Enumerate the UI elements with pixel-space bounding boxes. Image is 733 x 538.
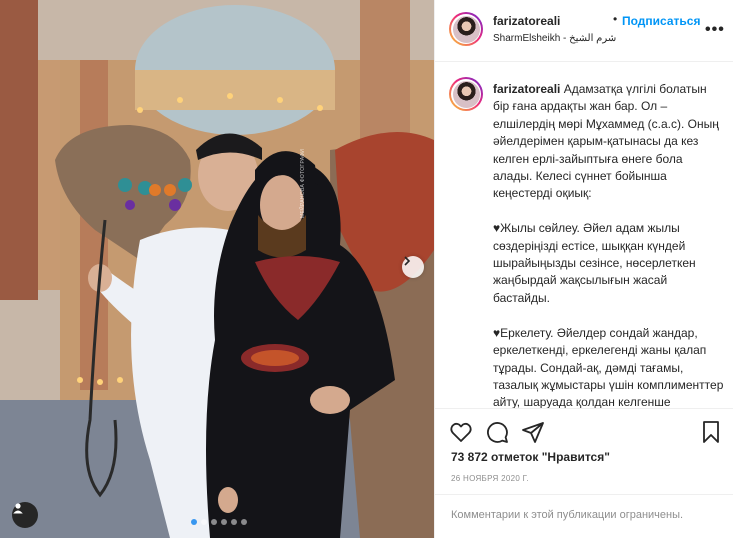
carousel-dot (191, 519, 197, 525)
post-photo[interactable]: МЕЙРАНОВА ФОТОГРАФИ (0, 0, 434, 538)
post-actions (435, 408, 733, 454)
post-location[interactable]: SharmElsheikh - شرم الشيخ (493, 33, 616, 44)
photo-illustration (0, 0, 434, 538)
caption-avatar[interactable] (449, 77, 483, 111)
post-header: farizatoreali • Подписаться SharmElsheik… (435, 0, 733, 62)
photo-watermark: МЕЙРАНОВА ФОТОГРАФИ (300, 148, 306, 218)
carousel-dot (241, 519, 247, 525)
separator-bullet: • (613, 12, 618, 26)
post-date[interactable]: 26 НОЯБРЯ 2020 Г. (451, 474, 529, 483)
chevron-right-icon (404, 256, 411, 266)
carousel-dot (221, 519, 227, 525)
comments-disabled-notice: Комментарии к этой публикации ограничены… (435, 494, 733, 538)
carousel-indicator (191, 519, 247, 525)
caption-body: Адамзатқа үлгілі болатын бір ғана ардақт… (493, 82, 724, 408)
carousel-next-button[interactable] (402, 256, 424, 278)
post-details-panel: farizatoreali • Подписаться SharmElsheik… (434, 0, 733, 538)
user-icon (13, 503, 23, 514)
follow-button[interactable]: Подписаться (622, 14, 700, 28)
post-caption: farizatoreali Адамзатқа үлгілі болатын б… (435, 63, 733, 408)
comment-icon[interactable] (485, 420, 509, 444)
carousel-dot (231, 519, 237, 525)
bookmark-icon[interactable] (699, 420, 723, 444)
avatar-image (452, 80, 480, 108)
carousel-dot (201, 519, 207, 525)
avatar-image (452, 15, 480, 43)
caption-text: farizatoreali Адамзатқа үлгілі болатын б… (493, 81, 725, 408)
avatar[interactable] (449, 12, 483, 46)
caption-username[interactable]: farizatoreali (493, 82, 560, 96)
likes-count[interactable]: 73 872 отметок "Нравится" (451, 450, 610, 464)
heart-icon[interactable] (449, 420, 473, 444)
carousel-dot (211, 519, 217, 525)
more-options-icon[interactable]: ••• (705, 21, 725, 39)
share-icon[interactable] (521, 420, 545, 444)
tagged-users-button[interactable] (12, 502, 38, 528)
author-username[interactable]: farizatoreali (493, 14, 560, 28)
